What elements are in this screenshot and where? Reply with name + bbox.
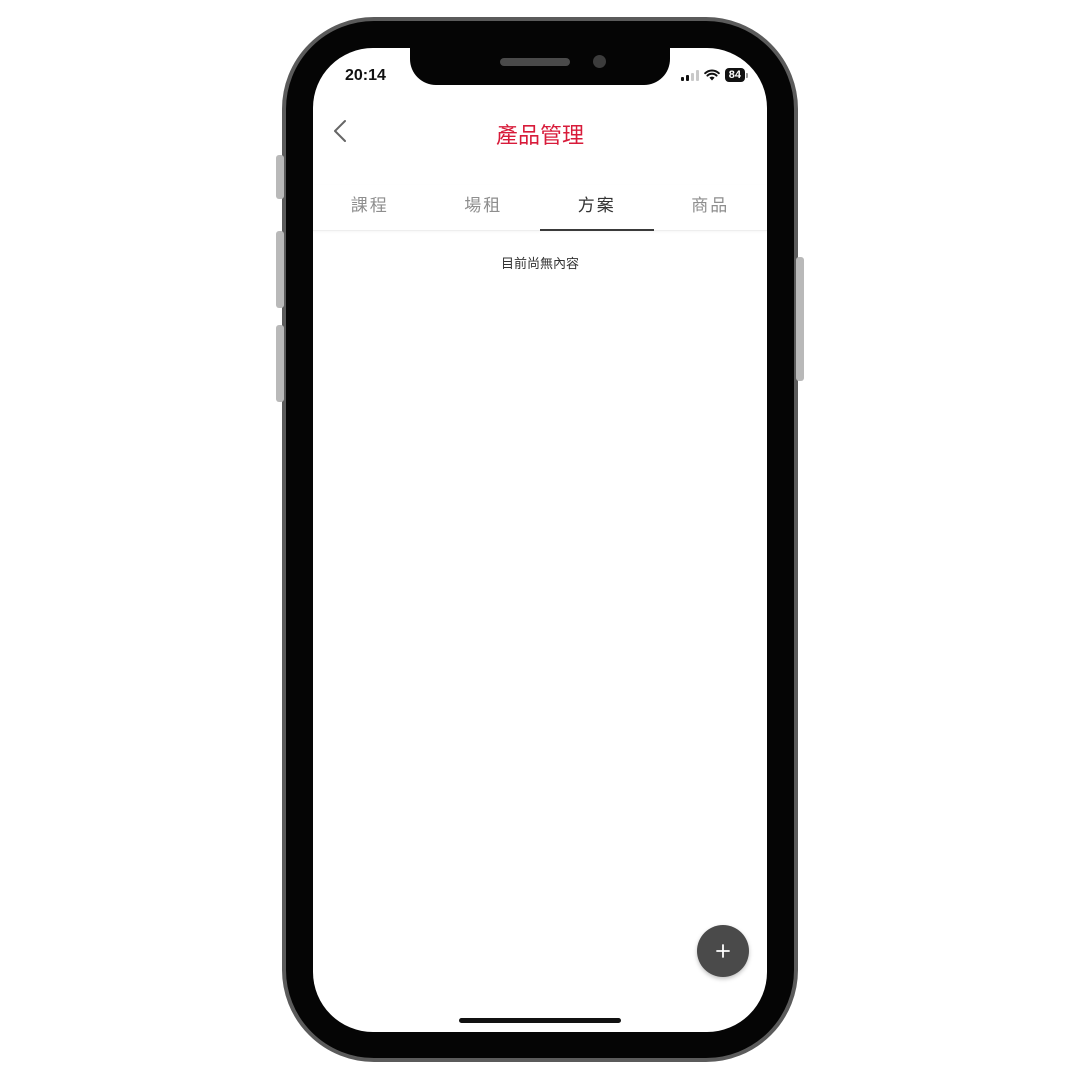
wifi-icon: [703, 69, 720, 81]
tab-bar: 課程 場租 方案 商品: [313, 185, 767, 231]
front-camera: [593, 55, 606, 68]
battery-icon: 84: [724, 68, 749, 82]
home-indicator[interactable]: [459, 1018, 621, 1023]
plus-icon: [716, 944, 730, 958]
status-icons: 84: [680, 68, 749, 82]
add-button[interactable]: [697, 925, 749, 977]
speaker: [500, 58, 570, 66]
silent-switch: [276, 155, 284, 199]
volume-down-button: [276, 325, 284, 402]
tab-products[interactable]: 商品: [654, 185, 768, 230]
tab-venue-rental[interactable]: 場租: [427, 185, 541, 230]
tab-courses[interactable]: 課程: [313, 185, 427, 230]
phone-screen: 20:14 84 產品管理 課程 場租 方案 商品 目前尚無內容: [313, 48, 767, 1032]
tab-plans[interactable]: 方案: [540, 185, 654, 231]
power-button: [796, 257, 804, 381]
signal-icon: [680, 69, 699, 81]
page-title: 產品管理: [495, 124, 584, 149]
empty-state-message: 目前尚無內容: [500, 257, 579, 272]
notch: [410, 48, 670, 85]
status-time: 20:14: [345, 67, 386, 84]
volume-up-button: [276, 231, 284, 308]
